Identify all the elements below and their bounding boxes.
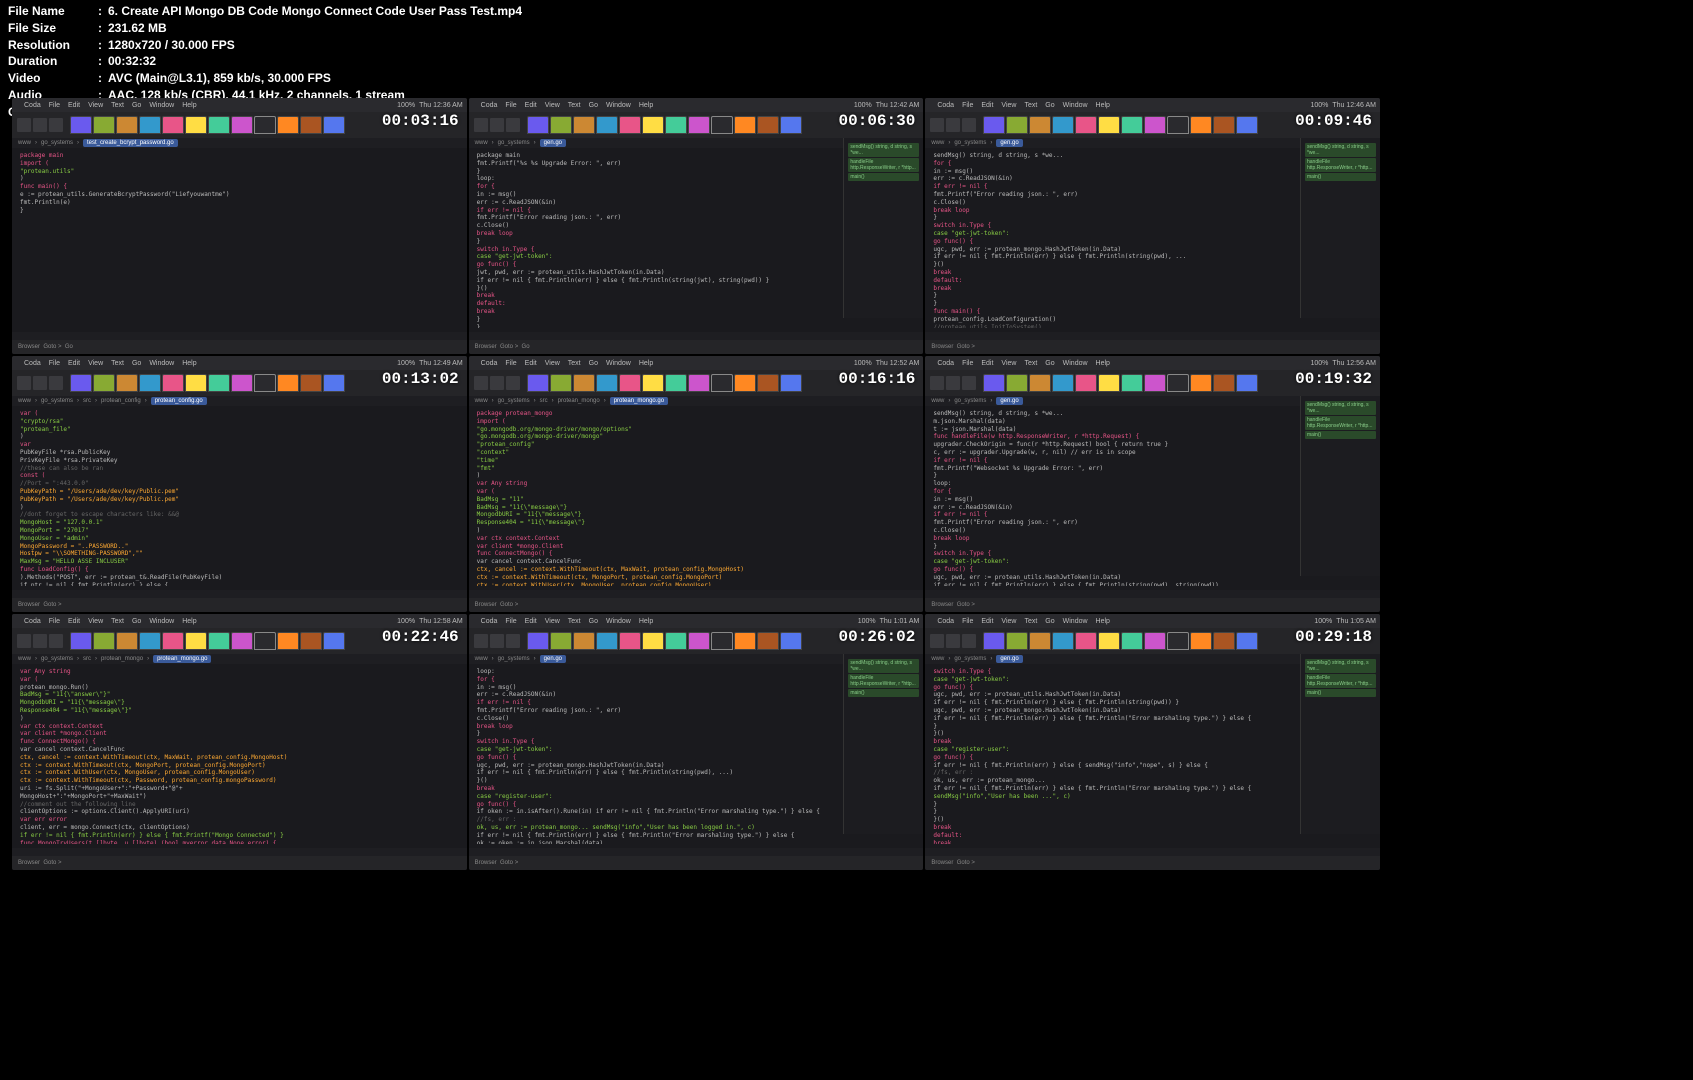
thumbnail-5: CodaFileEditViewTextGoWindowHelp100%Thu …	[469, 356, 924, 612]
tool-button[interactable]	[17, 118, 31, 132]
timestamp: 00:29:18	[1295, 628, 1372, 646]
symbol-item[interactable]: sendMsg() string, d string, s *we...	[848, 143, 919, 157]
code-editor[interactable]: var ( "crypto/rsa" "protean_file") var P…	[12, 406, 467, 586]
timestamp: 00:06:30	[839, 112, 916, 130]
code-editor[interactable]: package protean_mongoimport ( "go.mongod…	[469, 406, 924, 586]
thumbnail-6: CodaFileEditViewTextGoWindowHelp100%Thu …	[925, 356, 1380, 612]
thumbnail-2: CodaFileEditViewTextGoWindowHelp100%Thu …	[469, 98, 924, 354]
timestamp: 00:19:32	[1295, 370, 1372, 388]
status-bar: Browser Goto > Go	[12, 340, 467, 354]
thumbnail-7: CodaFileEditViewTextGoWindowHelp100%Thu …	[12, 614, 467, 870]
clock: Thu 12:42 AM	[876, 102, 920, 109]
thumbnail-9: CodaFileEditViewTextGoWindowHelp100%Thu …	[925, 614, 1380, 870]
color-tab[interactable]	[70, 116, 92, 134]
thumbnail-3: CodaFileEditViewTextGoWindowHelp100%Thu …	[925, 98, 1380, 354]
timestamp: 00:26:02	[839, 628, 916, 646]
menubar: CodaFileEditViewTextGoWindowHelp100%Thu …	[12, 98, 467, 112]
clock: Thu 12:36 AM	[419, 102, 463, 109]
file-tab[interactable]: test_create_bcrypt_password.go	[83, 139, 178, 147]
timestamp: 00:16:16	[839, 370, 916, 388]
timestamp: 00:13:02	[382, 370, 459, 388]
code-editor[interactable]: package main import ( "protean.utils" ) …	[12, 148, 467, 328]
breadcrumb: www›go_systems›test_create_bcrypt_passwo…	[12, 138, 467, 148]
video-thumbnail-grid: CodaFileEditViewTextGoWindowHelp100%Thu …	[12, 98, 1380, 870]
timestamp: 00:22:46	[382, 628, 459, 646]
thumbnail-1: CodaFileEditViewTextGoWindowHelp100%Thu …	[12, 98, 467, 354]
symbols-sidebar: sendMsg() string, d string, s *we... han…	[843, 138, 923, 318]
thumbnail-4: CodaFileEditViewTextGoWindowHelp100%Thu …	[12, 356, 467, 612]
timestamp: 00:03:16	[382, 112, 459, 130]
timestamp: 00:09:46	[1295, 112, 1372, 130]
code-editor[interactable]: var Any stringvar ( protean_mongo.Run() …	[12, 664, 467, 844]
thumbnail-8: CodaFileEditViewTextGoWindowHelp100%Thu …	[469, 614, 924, 870]
clock: Thu 12:46 AM	[1332, 102, 1376, 109]
